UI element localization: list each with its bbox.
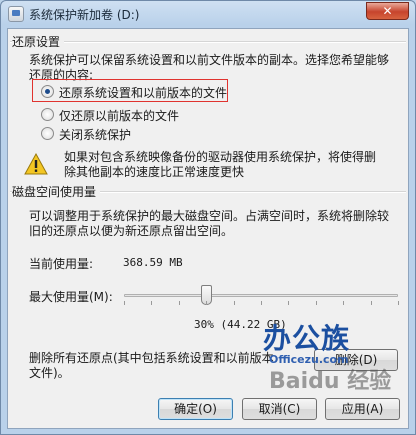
close-button[interactable]: ✕ [366,2,409,20]
apply-button[interactable]: 应用(A) [325,398,400,420]
slider-tick [124,301,125,305]
current-usage-value: 368.59 MB [123,256,183,269]
radio-restore-settings-and-files[interactable]: 还原系统设置和以前版本的文件 [41,84,228,100]
radio-button[interactable] [41,85,54,98]
delete-description-line2: 文件)。 [29,366,70,380]
officezu-watermark: 办公族 Officezu.com [263,317,381,367]
system-protection-icon [8,6,24,22]
radio-label: 还原系统设置和以前版本的文件 [59,86,228,100]
restore-group-label: 还原设置 [12,33,65,50]
max-usage-slider-track[interactable] [124,294,398,297]
watermark-logo-text: 办公族 [263,322,351,355]
radio-label: 关闭系统保护 [59,128,132,142]
baidu-watermark: Baidu 经验 [269,369,392,394]
slider-tick [371,301,372,305]
system-protection-window: 系统保护新加卷 (D:) ✕ 还原设置 系统保护可以保留系统设置和以前文件版本的… [0,0,416,435]
window-title: 系统保护新加卷 (D:) [29,8,140,22]
warning-icon [24,153,48,175]
slider-tick [179,301,180,305]
radio-button[interactable] [41,108,54,121]
slider-tick [398,301,399,305]
slider-tick [234,301,235,305]
max-usage-label: 最大使用量(M): [29,290,113,304]
disk-description-line2: 旧的还原点以便为新还原点留出空间。 [29,224,234,238]
current-usage-label: 当前使用量: [29,257,94,271]
slider-tick [206,301,207,305]
radio-turn-off-protection[interactable]: 关闭系统保护 [41,126,161,142]
cancel-button[interactable]: 取消(C) [242,398,317,420]
radio-button[interactable] [41,127,54,140]
slider-tick [151,301,152,305]
ok-button[interactable]: 确定(O) [158,398,233,420]
slider-tick [261,301,262,305]
slider-tick [316,301,317,305]
title-bar: 系统保护新加卷 (D:) ✕ [1,1,415,27]
disk-group-label: 磁盘空间使用量 [12,183,101,200]
slider-tick [288,301,289,305]
restore-separator [10,41,406,43]
warning-text-line2: 除其他副本的速度比正常速度更快 [64,165,245,179]
radio-label: 仅还原以前版本的文件 [59,109,180,123]
radio-restore-files-only[interactable]: 仅还原以前版本的文件 [41,107,201,123]
slider-tick [343,301,344,305]
